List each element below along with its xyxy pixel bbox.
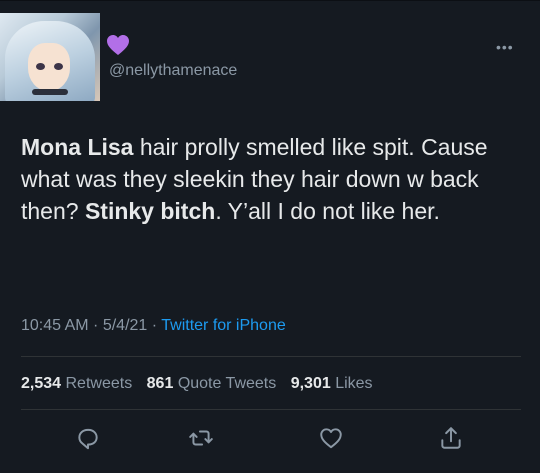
avatar[interactable] [0,13,100,101]
tweet-meta: 10:45 AM · 5/4/21 · Twitter for iPhone [21,317,286,335]
like-icon[interactable] [318,425,346,453]
likes-label: Likes [335,375,373,392]
user-handle[interactable]: @nellythamenace [109,62,237,80]
retweets-stat[interactable]: 2,534 Retweets [21,375,132,392]
purple-heart-icon [106,34,130,56]
share-icon[interactable] [438,425,466,453]
avatar-eye-left [36,63,45,70]
reply-icon[interactable] [75,425,103,453]
tweet-segment: . Y’all I do not like her. [215,198,440,224]
more-options-icon[interactable]: ••• [496,39,514,55]
retweets-label: Retweets [65,375,133,392]
divider [21,356,521,357]
quotes-count: 861 [146,375,174,392]
retweet-icon[interactable] [188,425,216,453]
avatar-face [28,43,70,91]
tweet-card: @nellythamenace ••• Mona Lisa hair proll… [0,0,540,473]
meta-separator: · [147,317,162,334]
meta-separator: · [88,317,103,334]
tweet-text: Mona Lisa hair prolly smelled like spit.… [21,131,526,227]
avatar-eye-right [54,63,63,70]
tweet-segment-bold: Stinky bitch [84,198,216,224]
tweet-source[interactable]: Twitter for iPhone [161,317,286,334]
action-bar [0,425,540,455]
quotes-label: Quote Tweets [177,375,277,392]
avatar-collar [32,89,68,95]
tweet-stats: 2,534 Retweets 861 Quote Tweets 9,301 Li… [21,375,383,393]
likes-count: 9,301 [290,375,331,392]
tweet-segment-bold: Mona Lisa [21,134,134,160]
quote-tweets-stat[interactable]: 861 Quote Tweets [147,375,277,392]
tweet-date[interactable]: 5/4/21 [103,317,147,334]
retweets-count: 2,534 [21,375,62,392]
likes-stat[interactable]: 9,301 Likes [291,375,373,392]
tweet-time[interactable]: 10:45 AM [21,317,89,334]
divider [21,409,521,410]
